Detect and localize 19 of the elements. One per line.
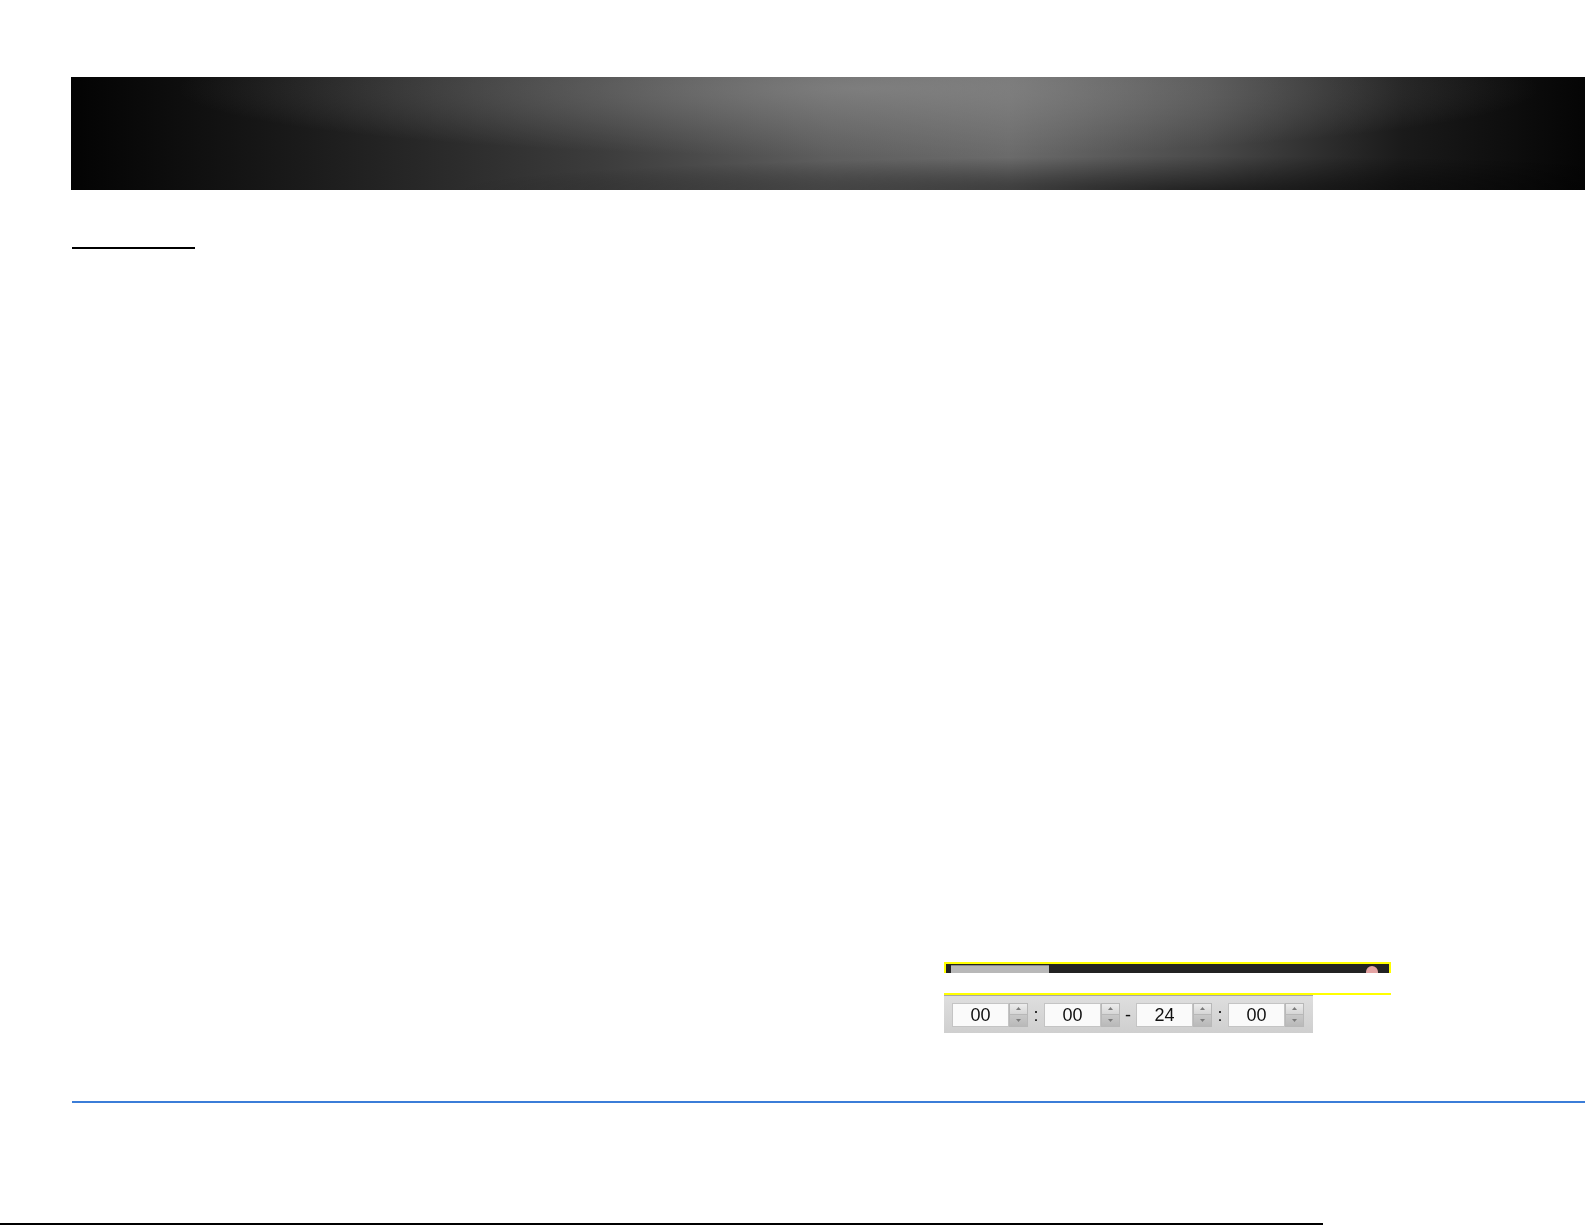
separator-text: - (1124, 1003, 1132, 1026)
time-field[interactable]: 00 (952, 1002, 1009, 1027)
caret-up-icon (1108, 1007, 1113, 1010)
caret-up-icon (1292, 1007, 1297, 1010)
spin-up-button[interactable] (1193, 1002, 1212, 1015)
spin-up-button[interactable] (1009, 1002, 1028, 1015)
caret-down-icon (1200, 1018, 1205, 1022)
time-field[interactable]: 00 (1228, 1002, 1285, 1027)
time-field[interactable]: 24 (1136, 1002, 1193, 1027)
spin-up-button[interactable] (1101, 1002, 1120, 1015)
time-field[interactable]: 00 (1044, 1002, 1101, 1027)
caret-down-icon (1108, 1018, 1113, 1022)
separator-text: : (1032, 1003, 1040, 1026)
caret-down-icon (1292, 1018, 1297, 1022)
spin-up-button[interactable] (1285, 1002, 1304, 1015)
caret-down-icon (1016, 1018, 1021, 1022)
caret-up-icon (1016, 1007, 1021, 1010)
separator-text: : (1216, 1003, 1224, 1026)
caret-up-icon (1200, 1007, 1205, 1010)
